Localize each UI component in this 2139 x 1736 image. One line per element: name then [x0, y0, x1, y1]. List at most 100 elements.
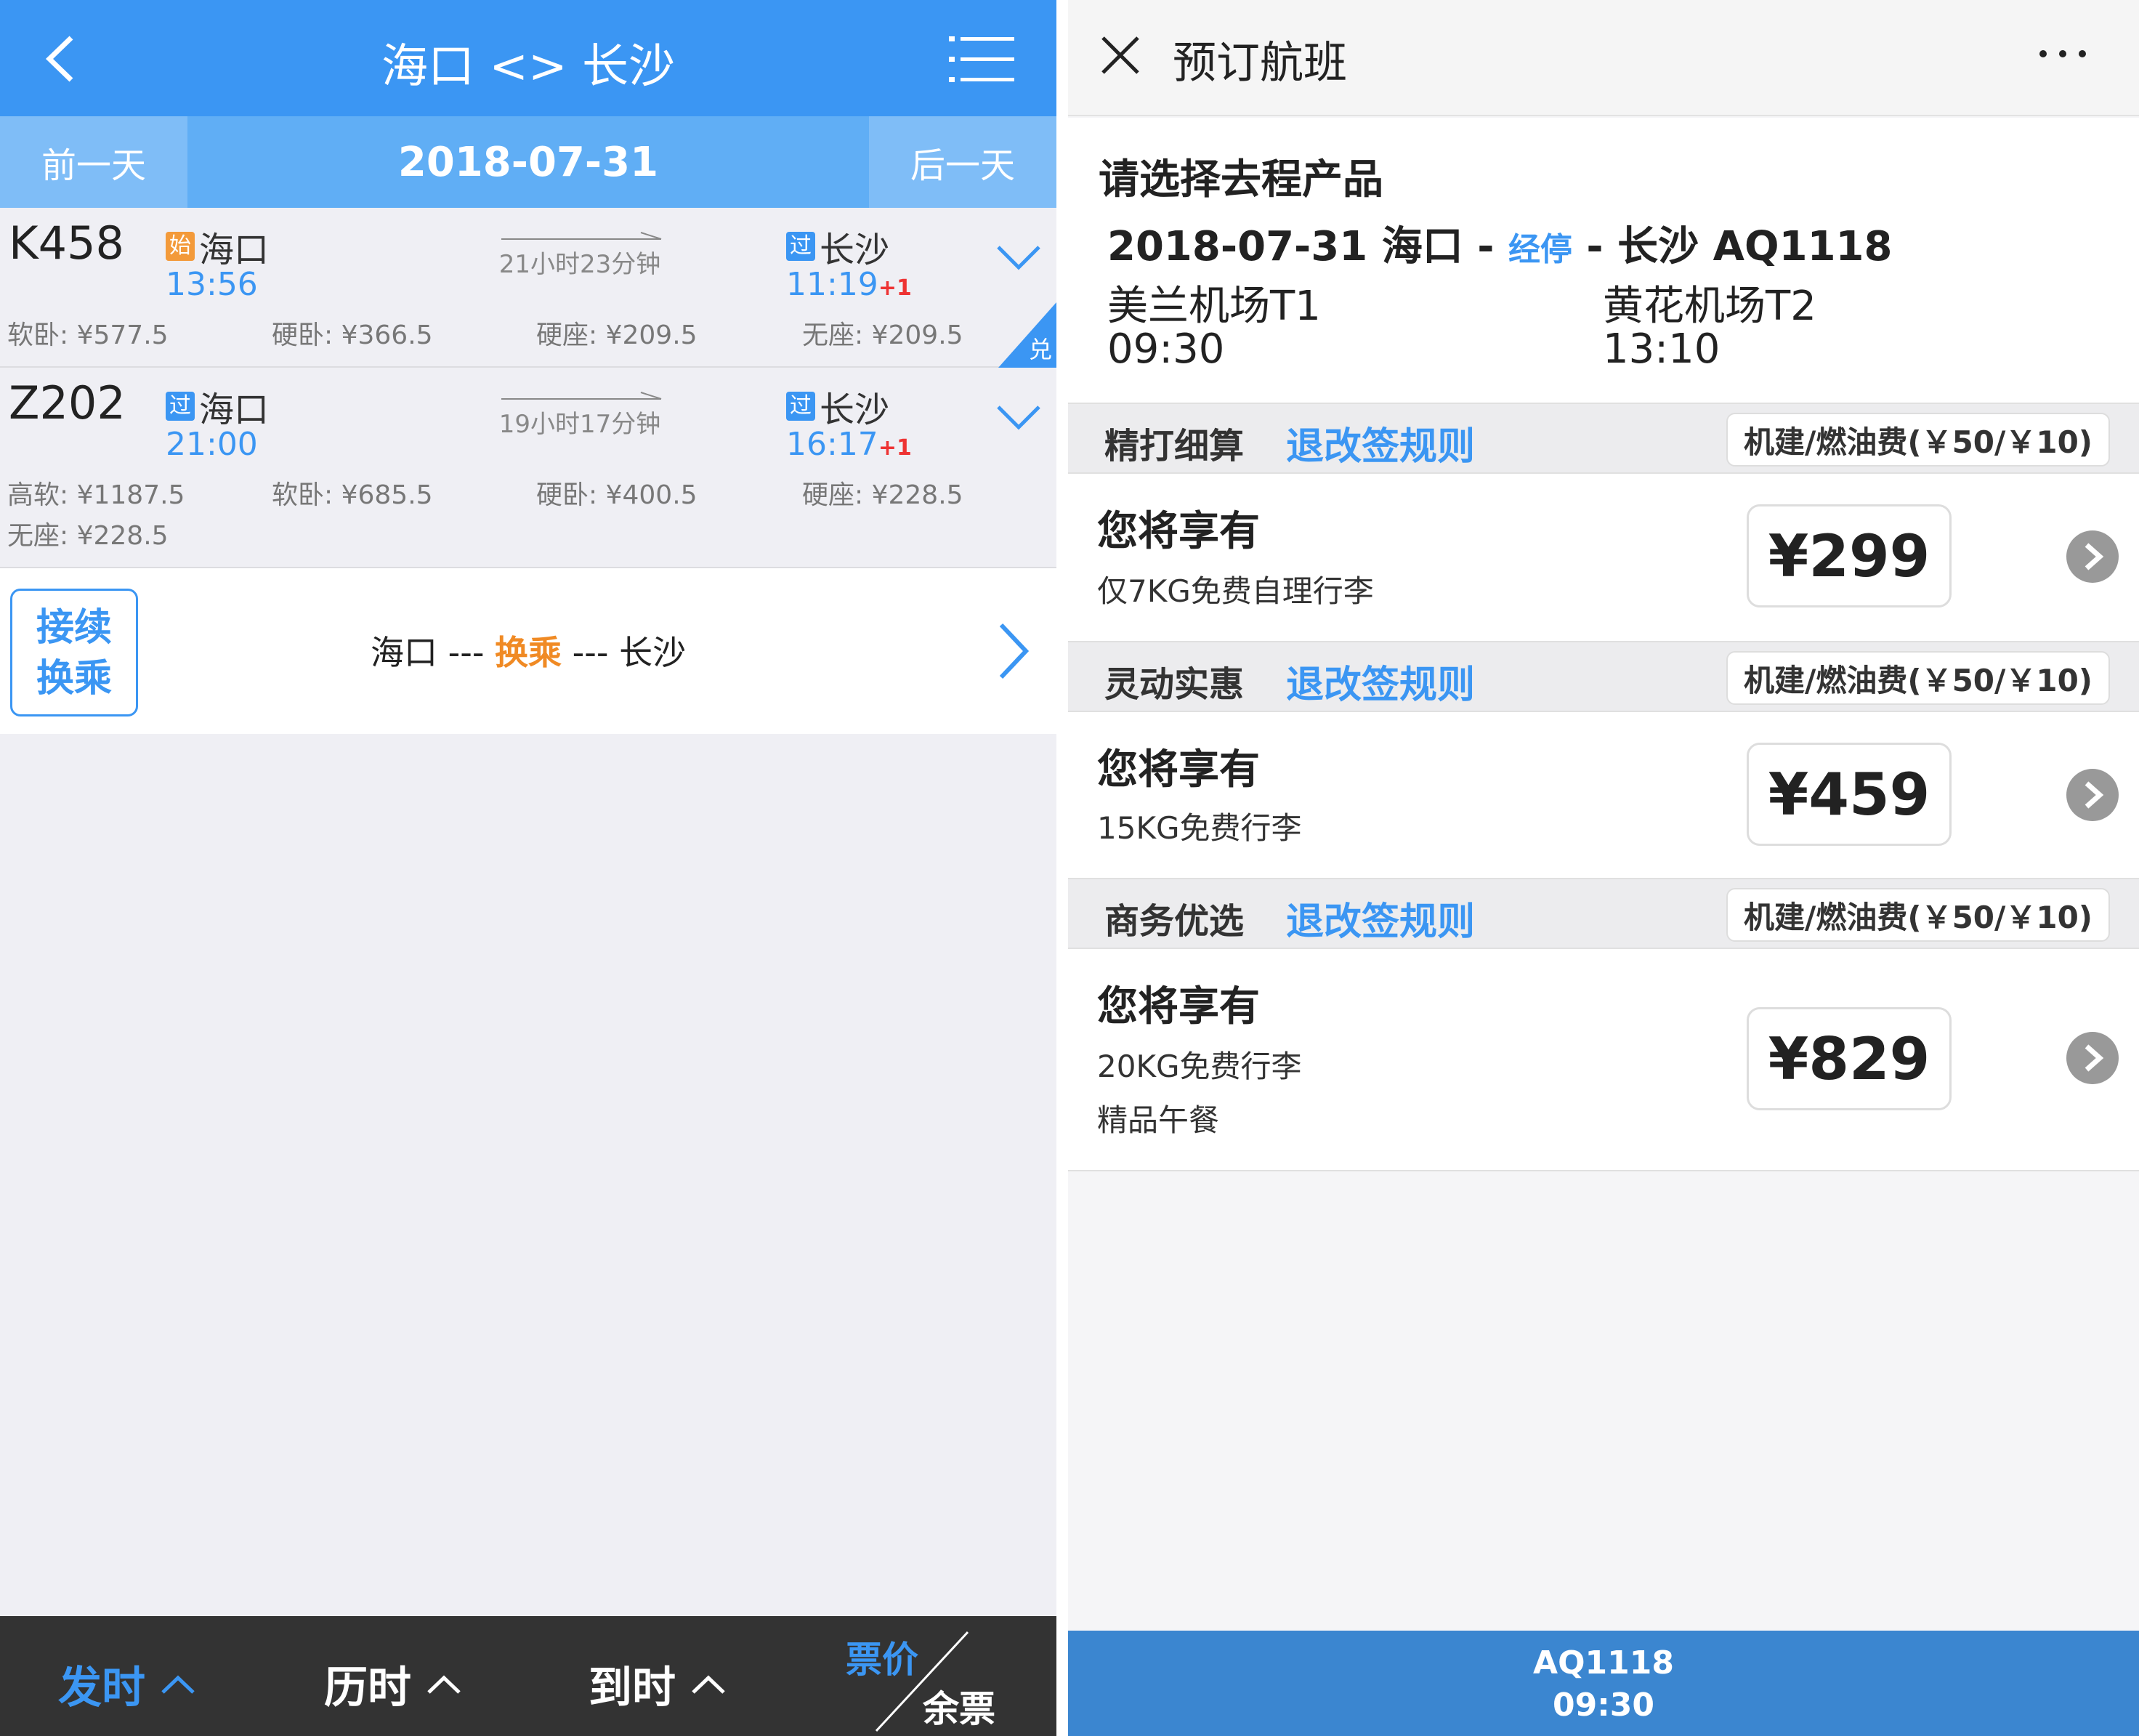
refund-rules-link[interactable]: 退改签规则	[1286, 416, 1475, 470]
duration-line	[501, 398, 661, 400]
arrival-time: 16:17+1	[786, 426, 912, 463]
price-button[interactable]: ¥299	[1747, 504, 1952, 607]
product-card[interactable]: 您将享有 仅7KG免费自理行李 ¥299	[1068, 474, 2139, 641]
departure-station-name: 海口	[199, 389, 270, 430]
train-row[interactable]: K458 始 海口 13:56 21小时23分钟 过 长沙 11:19+1 软卧…	[0, 208, 1056, 368]
chevron-up-icon	[427, 1675, 461, 1694]
sort-label: 历时	[324, 1663, 411, 1713]
more-options-icon[interactable]	[2037, 48, 2088, 60]
transfer-sep: ---	[437, 633, 496, 672]
sort-bar: 发时 历时 到时 票价 余票	[0, 1616, 1056, 1736]
top-bar: 预订航班	[1068, 0, 2139, 116]
fare-soft-sleeper: 软卧: ¥577.5	[7, 320, 169, 350]
menu-list-icon[interactable]	[949, 35, 1014, 84]
close-icon[interactable]	[1100, 35, 1141, 76]
route-suffix: - 长沙 AQ1118	[1572, 223, 1893, 270]
origin-tag: 始	[166, 232, 195, 261]
transfer-row[interactable]: 接续 换乘 海口 --- 换乘 --- 长沙	[0, 568, 1056, 734]
fare-hard-sleeper: 硬卧: ¥400.5	[536, 480, 698, 510]
sort-departure-button[interactable]: 发时	[58, 1652, 196, 1716]
duration: 21小时23分钟	[498, 250, 661, 279]
transfer-button[interactable]: 接续 换乘	[10, 589, 138, 716]
flight-info: 请选择去程产品 2018-07-31 海口 - 经停 - 长沙 AQ1118 美…	[1068, 118, 2139, 403]
page-title: 预订航班	[1173, 38, 1347, 89]
route-prefix: 2018-07-31 海口 -	[1107, 223, 1508, 270]
product-header: 精打细算 退改签规则 机建/燃油费(￥50/￥10)	[1068, 403, 2139, 474]
panel-divider	[1056, 0, 1068, 1736]
fare-deluxe-soft: 高软: ¥1187.5	[7, 480, 185, 510]
departure-airport: 美兰机场T1	[1107, 283, 1321, 330]
product-card[interactable]: 您将享有 15KG免费行李 ¥459	[1068, 712, 2139, 878]
product-header: 商务优选 退改签规则 机建/燃油费(￥50/￥10)	[1068, 878, 2139, 949]
sort-arrival-button[interactable]: 到时	[589, 1652, 727, 1716]
departure-station: 过 海口	[166, 381, 269, 432]
selected-date[interactable]: 2018-07-31	[187, 116, 869, 208]
chevron-right-circle-icon[interactable]	[2066, 1032, 2119, 1084]
next-day-button[interactable]: 后一天	[869, 116, 1056, 208]
duration-arrow-icon	[640, 392, 662, 400]
refund-rules-link[interactable]: 退改签规则	[1286, 654, 1475, 708]
product-card[interactable]: 您将享有 20KG免费行李 精品午餐 ¥829	[1068, 949, 2139, 1171]
train-row[interactable]: Z202 过 海口 21:00 19小时17分钟 过 长沙 16:17+1 高软…	[0, 368, 1056, 568]
fare-no-seat: 无座: ¥228.5	[7, 521, 169, 551]
date-bar: 前一天 2018-07-31 后一天	[0, 116, 1056, 208]
sort-label: 发时	[58, 1663, 145, 1713]
chevron-right-icon[interactable]	[995, 621, 1032, 682]
sort-price-remaining-button[interactable]: 票价 余票	[846, 1631, 1017, 1732]
price-button[interactable]: ¥459	[1747, 743, 1952, 846]
benefit-item: 20KG免费行李	[1097, 1049, 1302, 1084]
departure-station: 始 海口	[166, 221, 269, 272]
chevron-up-icon	[161, 1675, 195, 1694]
transfer-mid: 换乘	[495, 633, 562, 672]
screenshot-root: 海口 <> 长沙 前一天 2018-07-31 后一天 K458 始 海口 13…	[0, 0, 2139, 1736]
transfer-route: 海口 --- 换乘 --- 长沙	[371, 626, 686, 674]
arrival-station: 过 长沙	[786, 221, 889, 272]
next-day-marker: +1	[878, 275, 912, 301]
route-title: 海口 <> 长沙	[381, 40, 675, 94]
arrival-time: 11:19+1	[786, 266, 912, 303]
arrival-time-value: 16:17	[786, 426, 878, 463]
chevron-up-icon	[692, 1675, 725, 1694]
arrival-station-name: 长沙	[820, 389, 890, 430]
price-button[interactable]: ¥829	[1747, 1007, 1952, 1110]
section-heading: 请选择去程产品	[1099, 156, 1383, 203]
product-header: 灵动实惠 退改签规则 机建/燃油费(￥50/￥10)	[1068, 641, 2139, 712]
duration-line	[501, 238, 661, 240]
transfer-to: 长沙	[619, 633, 687, 672]
stopover-link[interactable]: 经停	[1508, 231, 1572, 268]
benefit-item: 仅7KG免费自理行李	[1097, 573, 1374, 609]
duration-arrow-icon	[640, 232, 662, 240]
departure-station-name: 海口	[199, 230, 270, 270]
tax-fee-badge: 机建/燃油费(￥50/￥10)	[1726, 888, 2110, 942]
chevron-right-circle-icon[interactable]	[2066, 530, 2119, 583]
chevron-right-circle-icon[interactable]	[2066, 769, 2119, 821]
flight-booking-screen: 预订航班 请选择去程产品 2018-07-31 海口 - 经停 - 长沙 AQ1…	[1068, 0, 2139, 1736]
product-name: 精打细算	[1104, 426, 1245, 467]
tax-fee-badge: 机建/燃油费(￥50/￥10)	[1726, 651, 2110, 705]
top-nav-bar: 海口 <> 长沙	[0, 0, 1056, 116]
transfer-from: 海口	[371, 633, 437, 672]
chevron-down-icon[interactable]	[995, 404, 1042, 433]
refund-rules-link[interactable]: 退改签规则	[1286, 891, 1475, 945]
sort-duration-button[interactable]: 历时	[324, 1652, 462, 1716]
chevron-down-icon[interactable]	[995, 244, 1042, 273]
arrival-airport: 黄花机场T2	[1603, 283, 1816, 330]
benefit-heading: 您将享有	[1097, 746, 1260, 794]
prev-day-button[interactable]: 前一天	[0, 116, 187, 208]
product-name: 商务优选	[1104, 901, 1245, 942]
pass-tag: 过	[786, 392, 815, 421]
fare-hard-seat: 硬座: ¥209.5	[536, 320, 698, 350]
benefit-item: 15KG免费行李	[1097, 810, 1302, 846]
duration: 19小时17分钟	[498, 410, 661, 439]
pass-tag: 过	[786, 232, 815, 261]
arrival-time: 13:10	[1603, 326, 1720, 373]
pass-tag: 过	[166, 392, 195, 421]
arrival-station: 过 长沙	[786, 381, 889, 432]
footer-departure-time: 09:30	[1552, 1687, 1655, 1724]
flight-summary-footer[interactable]: AQ1118 09:30	[1068, 1631, 2139, 1736]
departure-time: 09:30	[1107, 326, 1225, 373]
fare-hard-seat: 硬座: ¥228.5	[802, 480, 963, 510]
fare-no-seat: 无座: ¥209.5	[802, 320, 963, 350]
arrival-station-name: 长沙	[820, 230, 890, 270]
departure-time: 13:56	[166, 266, 258, 303]
